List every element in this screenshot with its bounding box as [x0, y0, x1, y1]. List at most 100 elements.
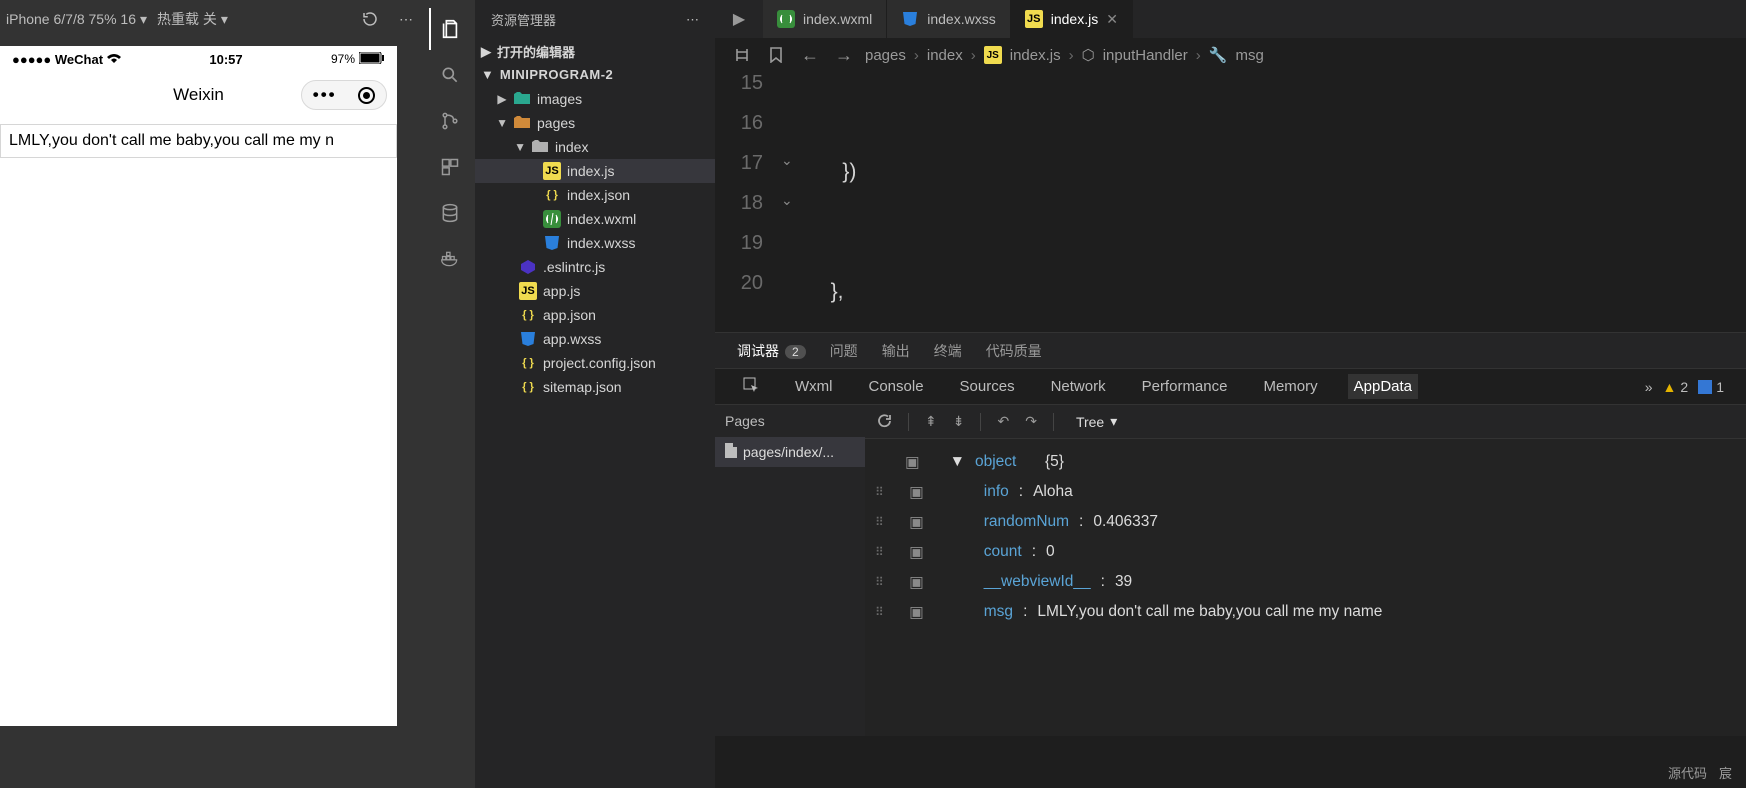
wifi-icon — [107, 52, 121, 67]
activity-bar — [425, 0, 475, 788]
panel-tab-quality[interactable]: 代码质量 — [986, 341, 1042, 361]
open-editors-section[interactable]: ▶ 打开的编辑器 — [475, 39, 715, 64]
explorer-panel: 资源管理器 ⋯ ▶ 打开的编辑器 ▼ MINIPROGRAM-2 ▶images… — [475, 0, 715, 788]
page-text-input[interactable] — [0, 124, 397, 158]
view-mode-dropdown[interactable]: Tree▾ — [1076, 413, 1117, 430]
drag-handle-icon[interactable]: ⠿ — [875, 575, 885, 589]
tree-file-indexjs[interactable]: JSindex.js — [475, 159, 715, 183]
wxss-file-icon — [543, 234, 561, 252]
chevron-right-icon: ▶ — [481, 44, 491, 60]
expand-up-icon[interactable]: ⇞ — [925, 413, 937, 430]
panel-tabs: 调试器2 问题 输出 终端 代码质量 — [715, 333, 1746, 369]
panel-tab-terminal[interactable]: 终端 — [934, 341, 962, 361]
tab-wxml[interactable]: index.wxml — [763, 0, 887, 38]
status-source[interactable]: 源代码 — [1668, 763, 1707, 782]
info-badge[interactable]: 1 — [1698, 379, 1724, 395]
devtab-console[interactable]: Console — [863, 374, 930, 399]
fold-column: ⌄ ⌄ — [781, 72, 799, 332]
refresh-icon[interactable] — [877, 413, 892, 431]
expand-down-icon[interactable]: ⇟ — [953, 413, 965, 430]
devtools-tabs: Wxml Console Sources Network Performance… — [715, 369, 1746, 405]
chevron-down-icon: ▼ — [515, 140, 525, 154]
crumb[interactable]: inputHandler — [1103, 47, 1188, 64]
tab-js[interactable]: JSindex.js✕ — [1011, 0, 1133, 38]
fold-toggle[interactable]: ⌄ — [781, 192, 799, 232]
crumb[interactable]: index — [927, 47, 963, 64]
devtab-network[interactable]: Network — [1045, 374, 1112, 399]
tree-file-indexwxml[interactable]: index.wxml — [475, 207, 715, 231]
drag-handle-icon[interactable]: ⠿ — [875, 515, 885, 529]
tree-file-sitemap[interactable]: { }sitemap.json — [475, 375, 715, 399]
refresh-icon[interactable] — [357, 6, 383, 32]
gutter: 151617181920 — [715, 72, 779, 332]
chevron-down-icon: ▼ — [497, 116, 507, 130]
panel-tab-problems[interactable]: 问题 — [830, 341, 858, 361]
pages-list-item[interactable]: pages/index/... — [715, 437, 865, 467]
tree-file-projcfg[interactable]: { }project.config.json — [475, 351, 715, 375]
db-activity-icon[interactable] — [429, 192, 471, 234]
overflow-icon[interactable]: » — [1645, 379, 1653, 395]
arrow-right-icon[interactable]: → — [831, 42, 857, 68]
folder-images-icon — [513, 90, 531, 108]
run-icon[interactable]: ▶ — [715, 0, 763, 38]
section-label: MINIPROGRAM-2 — [500, 67, 613, 82]
more-icon[interactable]: ⋯ — [686, 12, 699, 28]
appdata-panel: ⇞ ⇟ ↶ ↷ Tree▾ ▣▼ object {5} ⠿ ▣info : Al… — [865, 405, 1746, 736]
panel-tab-output[interactable]: 输出 — [882, 341, 910, 361]
explorer-activity-icon[interactable] — [429, 8, 471, 50]
devtab-sources[interactable]: Sources — [954, 374, 1021, 399]
tree-folder-pages[interactable]: ▼pages — [475, 111, 715, 135]
crumb[interactable]: pages — [865, 47, 906, 64]
tree-file-eslintrc[interactable]: .eslintrc.js — [475, 255, 715, 279]
git-activity-icon[interactable] — [429, 100, 471, 142]
more-icon[interactable]: ⋯ — [393, 6, 419, 32]
pages-list: Pages pages/index/... — [715, 405, 865, 736]
hotreload-dropdown[interactable]: 热重载 关 ▾ — [157, 9, 228, 29]
bookmark-icon[interactable] — [763, 42, 789, 68]
tree-file-indexjson[interactable]: { }index.json — [475, 183, 715, 207]
search-activity-icon[interactable] — [429, 54, 471, 96]
capsule-button[interactable]: ••• — [301, 80, 387, 110]
warning-badge[interactable]: ▲2 — [1663, 379, 1689, 395]
project-section[interactable]: ▼ MINIPROGRAM-2 — [475, 64, 715, 85]
drag-handle-icon[interactable]: ⠿ — [875, 485, 885, 499]
device-dropdown[interactable]: iPhone 6/7/8 75% 16 ▾ — [6, 11, 147, 28]
hotreload-label: 热重载 关 — [157, 9, 217, 29]
compare-icon[interactable] — [729, 42, 755, 68]
tree-file-appjs[interactable]: JSapp.js — [475, 279, 715, 303]
drag-handle-icon[interactable]: ⠿ — [875, 545, 885, 559]
close-icon[interactable]: ✕ — [1106, 11, 1118, 28]
chevron-down-icon: ▾ — [221, 11, 228, 28]
devtab-performance[interactable]: Performance — [1136, 374, 1234, 399]
fold-toggle[interactable]: ⌄ — [781, 152, 799, 192]
arrow-left-icon[interactable]: ← — [797, 42, 823, 68]
drag-handle-icon[interactable]: ⠿ — [875, 605, 885, 619]
extensions-activity-icon[interactable] — [429, 146, 471, 188]
undo-icon[interactable]: ↶ — [997, 413, 1009, 430]
wxss-file-icon — [519, 330, 537, 348]
redo-icon[interactable]: ↷ — [1025, 413, 1037, 430]
tab-wxss[interactable]: index.wxss — [887, 0, 1010, 38]
appdata-tree[interactable]: ▣▼ object {5} ⠿ ▣info : Aloha ⠿ ▣randomN… — [865, 439, 1746, 736]
devtab-wxml[interactable]: Wxml — [789, 374, 839, 399]
crumb[interactable]: msg — [1235, 47, 1263, 64]
tree-folder-images[interactable]: ▶images — [475, 87, 715, 111]
status-user[interactable]: 宸 — [1719, 763, 1732, 782]
tree-folder-index[interactable]: ▼index — [475, 135, 715, 159]
inspect-icon[interactable] — [737, 373, 765, 401]
devtab-memory[interactable]: Memory — [1257, 374, 1323, 399]
tree-file-appjson[interactable]: { }app.json — [475, 303, 715, 327]
panel-tab-debugger[interactable]: 调试器2 — [737, 341, 806, 361]
code-editor[interactable]: 151617181920 ⌄ ⌄ }) }, btnTap2(e) { this… — [715, 72, 1746, 332]
tree-file-indexwxss[interactable]: index.wxss — [475, 231, 715, 255]
capsule-close-icon — [358, 87, 375, 104]
editor-column: ▶ index.wxml index.wxss JSindex.js✕ ← → … — [715, 0, 1746, 788]
status-left: ●●●●● WeChat — [12, 52, 121, 67]
devtab-appdata[interactable]: AppData — [1348, 374, 1418, 399]
box-icon: ▣ — [905, 453, 920, 472]
json-file-icon: { } — [519, 306, 537, 324]
phone-status-bar: ●●●●● WeChat 10:57 97% — [0, 46, 397, 72]
docker-activity-icon[interactable] — [429, 238, 471, 280]
crumb[interactable]: index.js — [1010, 47, 1061, 64]
tree-file-appwxss[interactable]: app.wxss — [475, 327, 715, 351]
